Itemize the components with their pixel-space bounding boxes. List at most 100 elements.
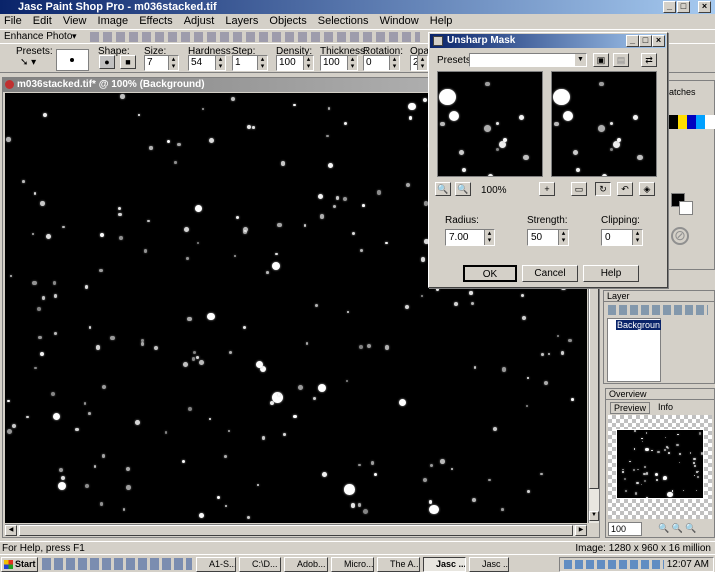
presets-select[interactable]: ▼ [469, 53, 587, 67]
layer-background[interactable]: Backgroun [616, 320, 662, 330]
star-dot [657, 450, 660, 453]
overview-thumbnail[interactable] [616, 429, 704, 499]
task-item-7[interactable]: Jasc ... [469, 557, 509, 572]
square-shape-icon[interactable]: ■ [120, 55, 136, 69]
dialog-maximize-icon[interactable]: □ [639, 35, 652, 47]
star-dot [492, 427, 497, 432]
save-preset-icon[interactable]: ▣ [593, 53, 609, 67]
opacity-field[interactable]: 22 [410, 55, 428, 71]
menu-image[interactable]: Image [94, 14, 133, 28]
close-icon[interactable]: × [698, 1, 711, 13]
zoom-in-icon[interactable]: 🔍 [455, 182, 471, 196]
star-dot [32, 280, 37, 286]
background-color[interactable] [679, 201, 693, 215]
scroll-down-icon[interactable]: ▼ [589, 511, 599, 521]
auto-proof-icon[interactable]: ↻ [595, 182, 611, 196]
presets-dropdown-icon[interactable]: ▼ [575, 54, 586, 66]
menu-effects[interactable]: Effects [135, 14, 176, 28]
dialog-close-icon[interactable]: × [652, 35, 665, 47]
star-dot [370, 460, 375, 465]
thickness-field[interactable]: 100 [320, 55, 358, 71]
tray-icons[interactable] [564, 560, 664, 569]
overview-zoom-field[interactable]: 100 [608, 522, 642, 536]
maximize-icon[interactable]: □ [677, 1, 690, 13]
randomize-icon[interactable]: ◈ [639, 182, 655, 196]
preview-tab[interactable]: Preview [610, 402, 651, 414]
dialog-minimize-icon[interactable]: _ [626, 35, 639, 47]
swatches-tab[interactable]: atches [669, 87, 696, 97]
move-icon[interactable]: + [539, 182, 555, 196]
star-dot [38, 335, 42, 340]
star-dot [495, 121, 499, 126]
star-dot [663, 476, 668, 481]
null-color-icon[interactable]: ⊘ [671, 227, 689, 245]
menu-layers[interactable]: Layers [221, 14, 262, 28]
menu-adjust[interactable]: Adjust [180, 14, 219, 28]
ok-button[interactable]: OK [463, 265, 517, 282]
star-dot [317, 194, 323, 200]
clipping-field[interactable]: 0 ▴ ▾ [601, 229, 643, 246]
layers-toolbar-icons[interactable] [608, 305, 708, 315]
radius-spin-icon[interactable]: ▴ ▾ [484, 230, 494, 245]
star-dot [521, 316, 526, 321]
zoom-out-icon[interactable]: 🔍 [435, 182, 451, 196]
toolbar-icons[interactable] [90, 32, 420, 42]
enhance-photo-button[interactable]: Enhance Photo [4, 31, 72, 42]
menu-edit[interactable]: Edit [29, 14, 56, 28]
overview-thumbnail-area[interactable] [608, 415, 712, 519]
scroll-left-icon[interactable]: ◀ [5, 525, 17, 536]
brush-icon[interactable]: ➘ ▾ [20, 57, 36, 68]
start-button[interactable]: Start [1, 557, 38, 572]
task-item-2[interactable]: C:\D... [239, 557, 281, 572]
strength-field[interactable]: 50 ▴ ▾ [527, 229, 569, 246]
radius-field[interactable]: 7.00 ▴ ▾ [445, 229, 495, 246]
toggle-preview-icon[interactable]: ▭ [571, 182, 587, 196]
menu-window[interactable]: Window [376, 14, 423, 28]
scroll-right-icon[interactable]: ▶ [575, 525, 587, 536]
star-dot [118, 236, 123, 241]
dropdown-arrow-icon[interactable]: ▾ [72, 31, 77, 42]
size-field[interactable]: 7 [144, 55, 179, 71]
menu-view[interactable]: View [59, 14, 91, 28]
rotation-field[interactable]: 0 [363, 55, 400, 71]
zoom-icons[interactable]: 🔍 🔍 🔍 [658, 523, 697, 534]
star-dot [470, 302, 474, 306]
brush-tip-dot [70, 58, 74, 62]
help-button[interactable]: Help [583, 265, 639, 282]
cancel-button[interactable]: Cancel [522, 265, 578, 282]
horizontal-scrollbar[interactable]: ◀ ▶ [5, 524, 587, 536]
task-item-1[interactable]: A1-S... [196, 557, 236, 572]
step-field[interactable]: 1 [232, 55, 268, 71]
result-preview[interactable] [551, 71, 657, 177]
star-dot [343, 122, 347, 126]
minimize-icon[interactable]: _ [663, 1, 676, 13]
star-dot [195, 355, 199, 359]
menu-help[interactable]: Help [426, 14, 457, 28]
clipping-spin-icon[interactable]: ▴ ▾ [632, 230, 642, 245]
star-dot [209, 417, 212, 420]
menu-selections[interactable]: Selections [314, 14, 373, 28]
menu-file[interactable]: File [0, 14, 26, 28]
horizontal-scroll-thumb[interactable] [19, 525, 573, 536]
round-shape-icon[interactable]: ● [99, 55, 115, 69]
delete-preset-icon[interactable]: ▤ [613, 53, 629, 67]
star-dot [540, 472, 543, 475]
task-item-6[interactable]: Jasc ... [423, 557, 466, 572]
swatch-row[interactable] [669, 115, 715, 129]
strength-spin-icon[interactable]: ▴ ▾ [558, 230, 568, 245]
hardness-field[interactable]: 54 [188, 55, 226, 71]
task-item-3[interactable]: Adob... [284, 557, 328, 572]
star-dot [435, 288, 439, 292]
star-dot [110, 335, 115, 341]
task-item-5[interactable]: The A... [377, 557, 420, 572]
proof-icon[interactable]: ↶ [617, 182, 633, 196]
menu-objects[interactable]: Objects [265, 14, 310, 28]
reset-icon[interactable]: ⇄ [641, 53, 657, 67]
task-item-4[interactable]: Micro... [331, 557, 374, 572]
quick-launch-icons[interactable] [42, 558, 192, 570]
star-dot [554, 121, 559, 127]
density-field[interactable]: 100 [276, 55, 314, 71]
original-preview[interactable] [437, 71, 543, 177]
info-tab[interactable]: Info [658, 402, 673, 412]
star-dot [676, 433, 679, 436]
